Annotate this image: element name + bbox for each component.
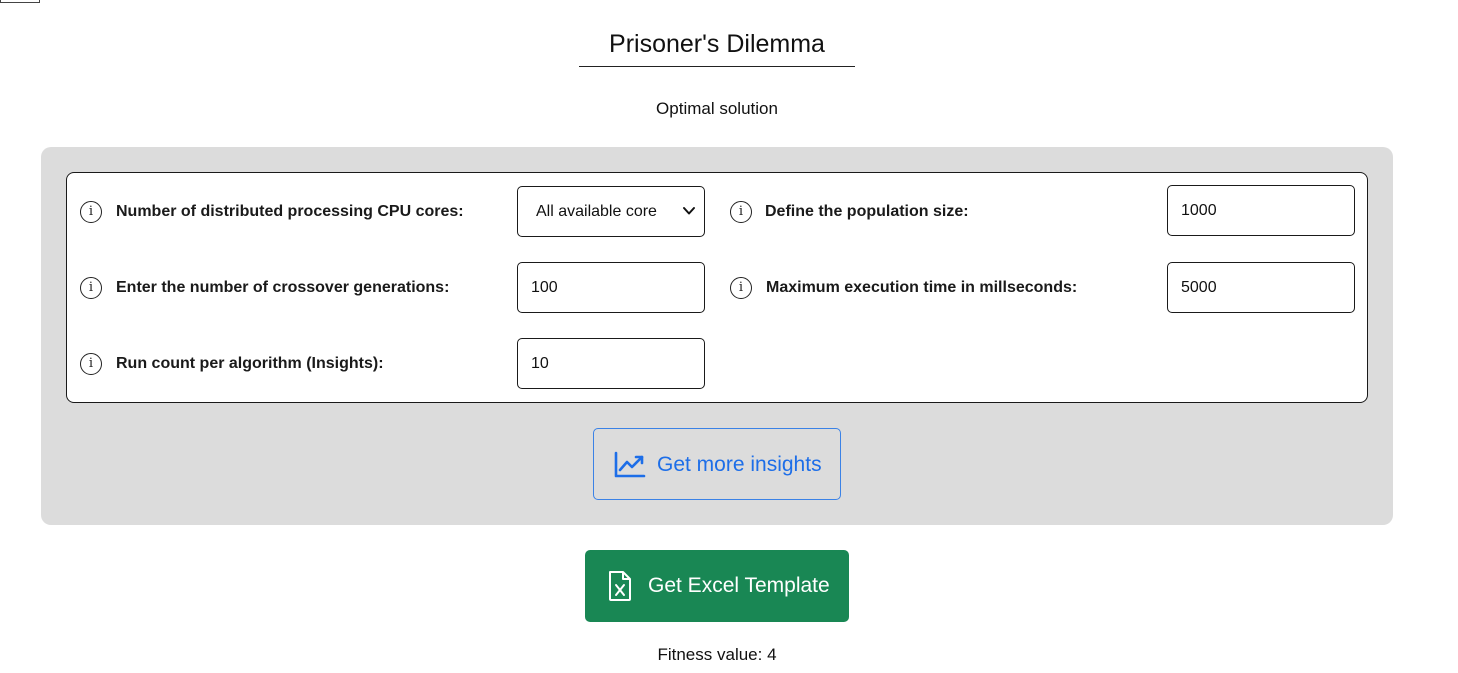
corner-frame (0, 0, 40, 3)
crossover-generations-label: Enter the number of crossover generation… (116, 279, 450, 296)
run-count-input[interactable] (517, 338, 705, 389)
page-title-wrap: Prisoner's Dilemma (579, 22, 855, 67)
get-excel-template-label: Get Excel Template (648, 574, 830, 597)
info-icon[interactable]: i (730, 277, 752, 299)
population-size-input[interactable] (1167, 185, 1355, 236)
run-count-label: Run count per algorithm (Insights): (116, 355, 384, 372)
cpu-cores-label: Number of distributed processing CPU cor… (116, 203, 464, 220)
page-title: Prisoner's Dilemma (609, 30, 825, 58)
get-excel-template-button[interactable]: Get Excel Template (585, 550, 849, 622)
max-execution-time-label: Maximum execution time in millseconds: (766, 279, 1078, 296)
cpu-cores-select[interactable]: All available core (517, 186, 705, 237)
info-icon[interactable]: i (730, 201, 752, 223)
page-subtitle: Optimal solution (656, 99, 778, 118)
get-insights-button[interactable]: Get more insights (593, 428, 841, 500)
crossover-generations-input[interactable] (517, 262, 705, 313)
max-execution-time-input[interactable] (1167, 262, 1355, 313)
chevron-down-icon (683, 207, 695, 215)
population-size-label: Define the population size: (765, 203, 969, 220)
page: Prisoner's Dilemma Optimal solution i Nu… (0, 0, 1458, 673)
settings-form: i Number of distributed processing CPU c… (66, 172, 1368, 403)
cpu-cores-selected: All available core (536, 203, 657, 220)
excel-file-icon (609, 571, 631, 601)
fitness-value: Fitness value: 4 (657, 645, 777, 664)
info-icon[interactable]: i (80, 353, 102, 375)
get-insights-label: Get more insights (657, 453, 822, 476)
line-chart-icon (614, 451, 646, 478)
info-icon[interactable]: i (80, 201, 102, 223)
info-icon[interactable]: i (80, 277, 102, 299)
